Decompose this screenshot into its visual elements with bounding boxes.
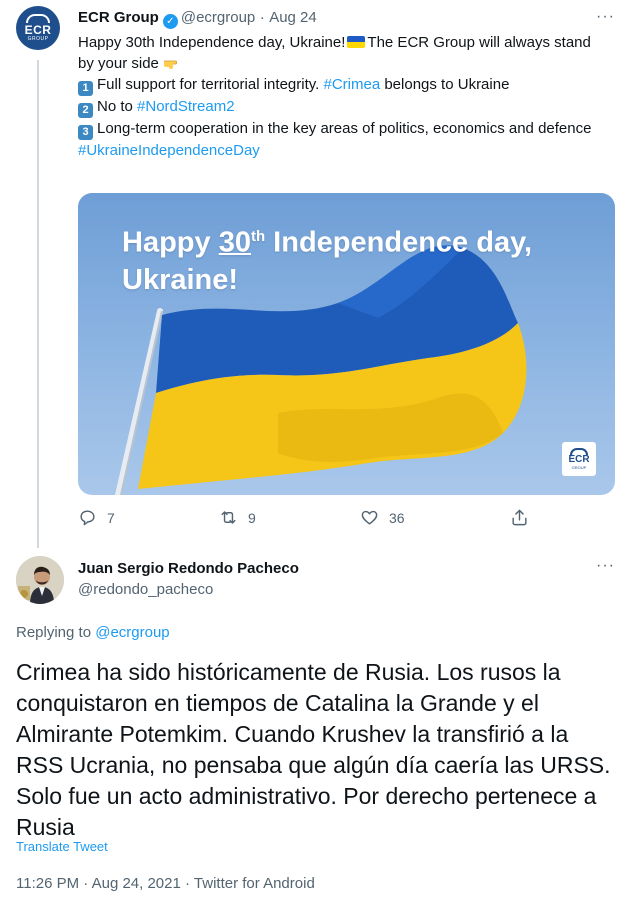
avatar-logo-text: ECR [24,23,52,37]
hashtag-line: #UkraineIndependenceDay [78,140,608,161]
media-title-happy: Happy [122,226,219,259]
like-button[interactable]: 36 [360,508,405,527]
avatar[interactable]: ECR GROUP [16,6,60,50]
person-photo-icon [16,556,64,604]
reply-count: 7 [107,509,115,526]
translate-tweet-link[interactable]: Translate Tweet [16,839,108,854]
list-item-2: 2 No to #NordStream2 [78,96,608,118]
keycap-1-icon: 1 [78,81,93,96]
hashtag-nordstream-link[interactable]: #NordStream2 [137,98,235,115]
retweet-button[interactable]: 9 [219,508,256,527]
tweet-greeting: Happy 30th Independence day, Ukraine! [78,34,346,51]
keycap-2-icon: 2 [78,103,93,118]
tweet-date[interactable]: Aug 24 [269,9,317,26]
media-title-rest: Independence day, [265,226,533,259]
avatar-logo-subtext: GROUP [27,36,49,42]
tweet-media-image[interactable]: Happy 30th Independence day, Ukraine! EC… [78,193,615,495]
ecr-badge-text: ECR [568,454,590,465]
media-title-suffix: th [250,228,266,245]
reply-author-name[interactable]: Juan Sergio Redondo Pacheco [78,560,299,577]
author-name[interactable]: ECR Group [78,9,159,26]
reply-button[interactable]: 7 [78,508,115,527]
item-1-text: Full support for territorial integrity. [97,76,320,93]
reply-more-options-icon[interactable]: ··· [596,557,615,575]
reply-author-handle[interactable]: @redondo_pacheco [78,581,213,598]
list-item-3: 3 Long-term cooperation in the key areas … [78,118,608,140]
tweet-text: Happy 30th Independence day, Ukraine! The… [78,32,608,161]
item-3-text: Long-term cooperation in the key areas o… [97,120,592,137]
pointing-hand-icon [163,54,181,69]
ukraine-flag-icon [347,36,366,48]
tweet-line-1: Happy 30th Independence day, Ukraine! The… [78,32,608,74]
item-1-tail: belongs to Ukraine [384,76,510,93]
reply-avatar[interactable] [16,556,64,604]
media-title: Happy 30th Independence day, Ukraine! [122,218,532,299]
tweet-metadata[interactable]: 11:26 PM · Aug 24, 2021 · Twitter for An… [16,875,315,892]
retweet-count: 9 [248,509,256,526]
reply-text: Crimea ha sido históricamente de Rusia. … [16,659,611,840]
media-title-number: 30 [218,226,251,259]
list-item-1: 1 Full support for territorial integrity.… [78,74,608,96]
replying-to-line: Replying to @ecrgroup [16,624,170,641]
reply-icon [80,510,95,526]
like-count: 36 [389,509,405,526]
share-icon [512,509,527,526]
more-options-icon[interactable]: ··· [596,8,615,26]
ecr-badge-subtext: GROUP [571,465,587,470]
keycap-3-icon: 3 [78,125,93,140]
author-handle[interactable]: @ecrgroup [181,9,255,26]
tweet-header: ECR Group ✓ @ecrgroup · Aug 24 [78,9,317,29]
media-title-line2: Ukraine! [122,263,239,296]
share-button[interactable] [510,508,539,527]
hashtag-crimea-link[interactable]: #Crimea [323,76,380,93]
thread-connector-line [37,60,39,548]
ecr-logo-badge: ECR GROUP [562,442,596,476]
replying-to-handle-link[interactable]: @ecrgroup [95,624,169,641]
replying-to-label: Replying to [16,624,92,641]
retweet-icon [221,511,236,524]
ecr-logo-arc-icon [26,14,50,23]
heart-icon [361,510,378,525]
item-2-text: No to [97,98,133,115]
verified-badge-icon: ✓ [162,14,178,29]
header-separator: · [259,9,265,26]
hashtag-independence-link[interactable]: #UkraineIndependenceDay [78,142,260,159]
